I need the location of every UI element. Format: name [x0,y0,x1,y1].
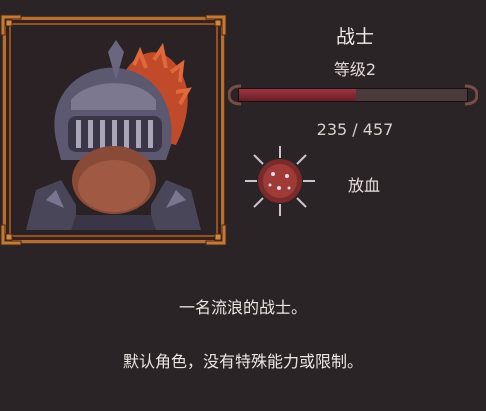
character-level: 等级2 [333,60,377,79]
character-name: 战士 [335,26,374,48]
health-bar-fill [239,89,357,101]
portrait-frame [0,14,227,246]
health-bar-cap-left [228,84,242,106]
character-description-line-1: 一名流浪的战士。 [178,298,307,317]
armored-knight-portrait [16,30,211,230]
character-description-line-2: 默认角色，没有特殊能力或限制。 [122,352,363,371]
health-bar-cap-right [464,84,478,106]
health-value-text: 235 / 457 [316,120,394,139]
health-bar-track [238,88,468,102]
health-bar [228,84,478,108]
character-info-panel: 战士 等级2 235 / 457 放血 一名流浪的战士。 默认角色，没有特殊能力… [0,0,486,411]
ability-label: 放血 [348,176,381,195]
spiked-orb-bleed-icon[interactable] [243,144,317,218]
